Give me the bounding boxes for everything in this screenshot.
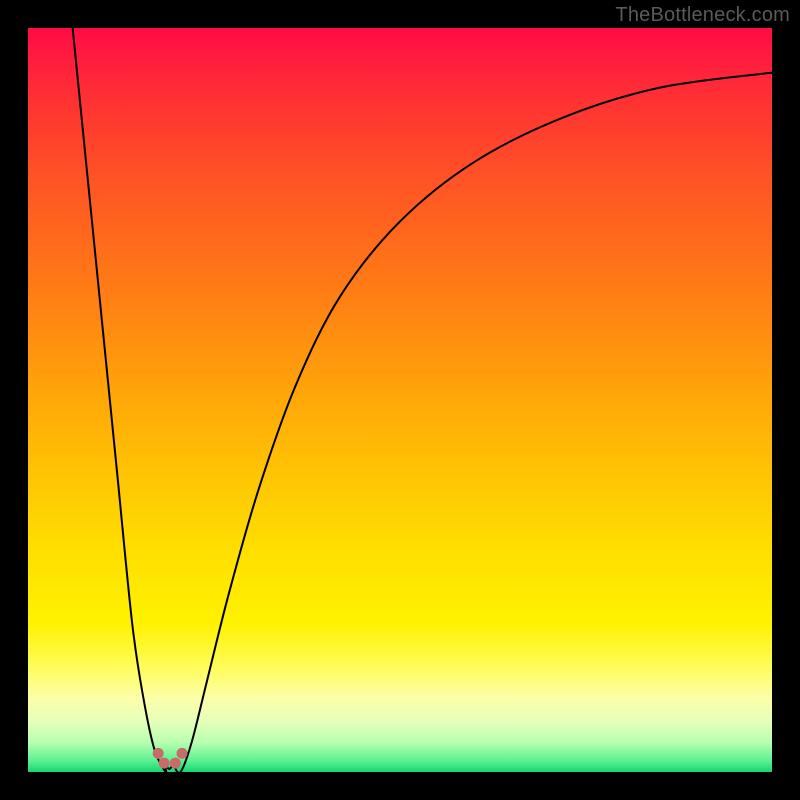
curve-path xyxy=(73,28,772,772)
valley-dots xyxy=(153,748,188,769)
valley-dot xyxy=(177,748,188,759)
chart-frame: TheBottleneck.com xyxy=(0,0,800,800)
valley-dot xyxy=(170,758,181,769)
curve-layer xyxy=(28,28,772,772)
valley-dot xyxy=(153,748,164,759)
watermark-text: TheBottleneck.com xyxy=(615,4,790,27)
valley-dot xyxy=(159,758,170,769)
plot-area xyxy=(28,28,772,772)
